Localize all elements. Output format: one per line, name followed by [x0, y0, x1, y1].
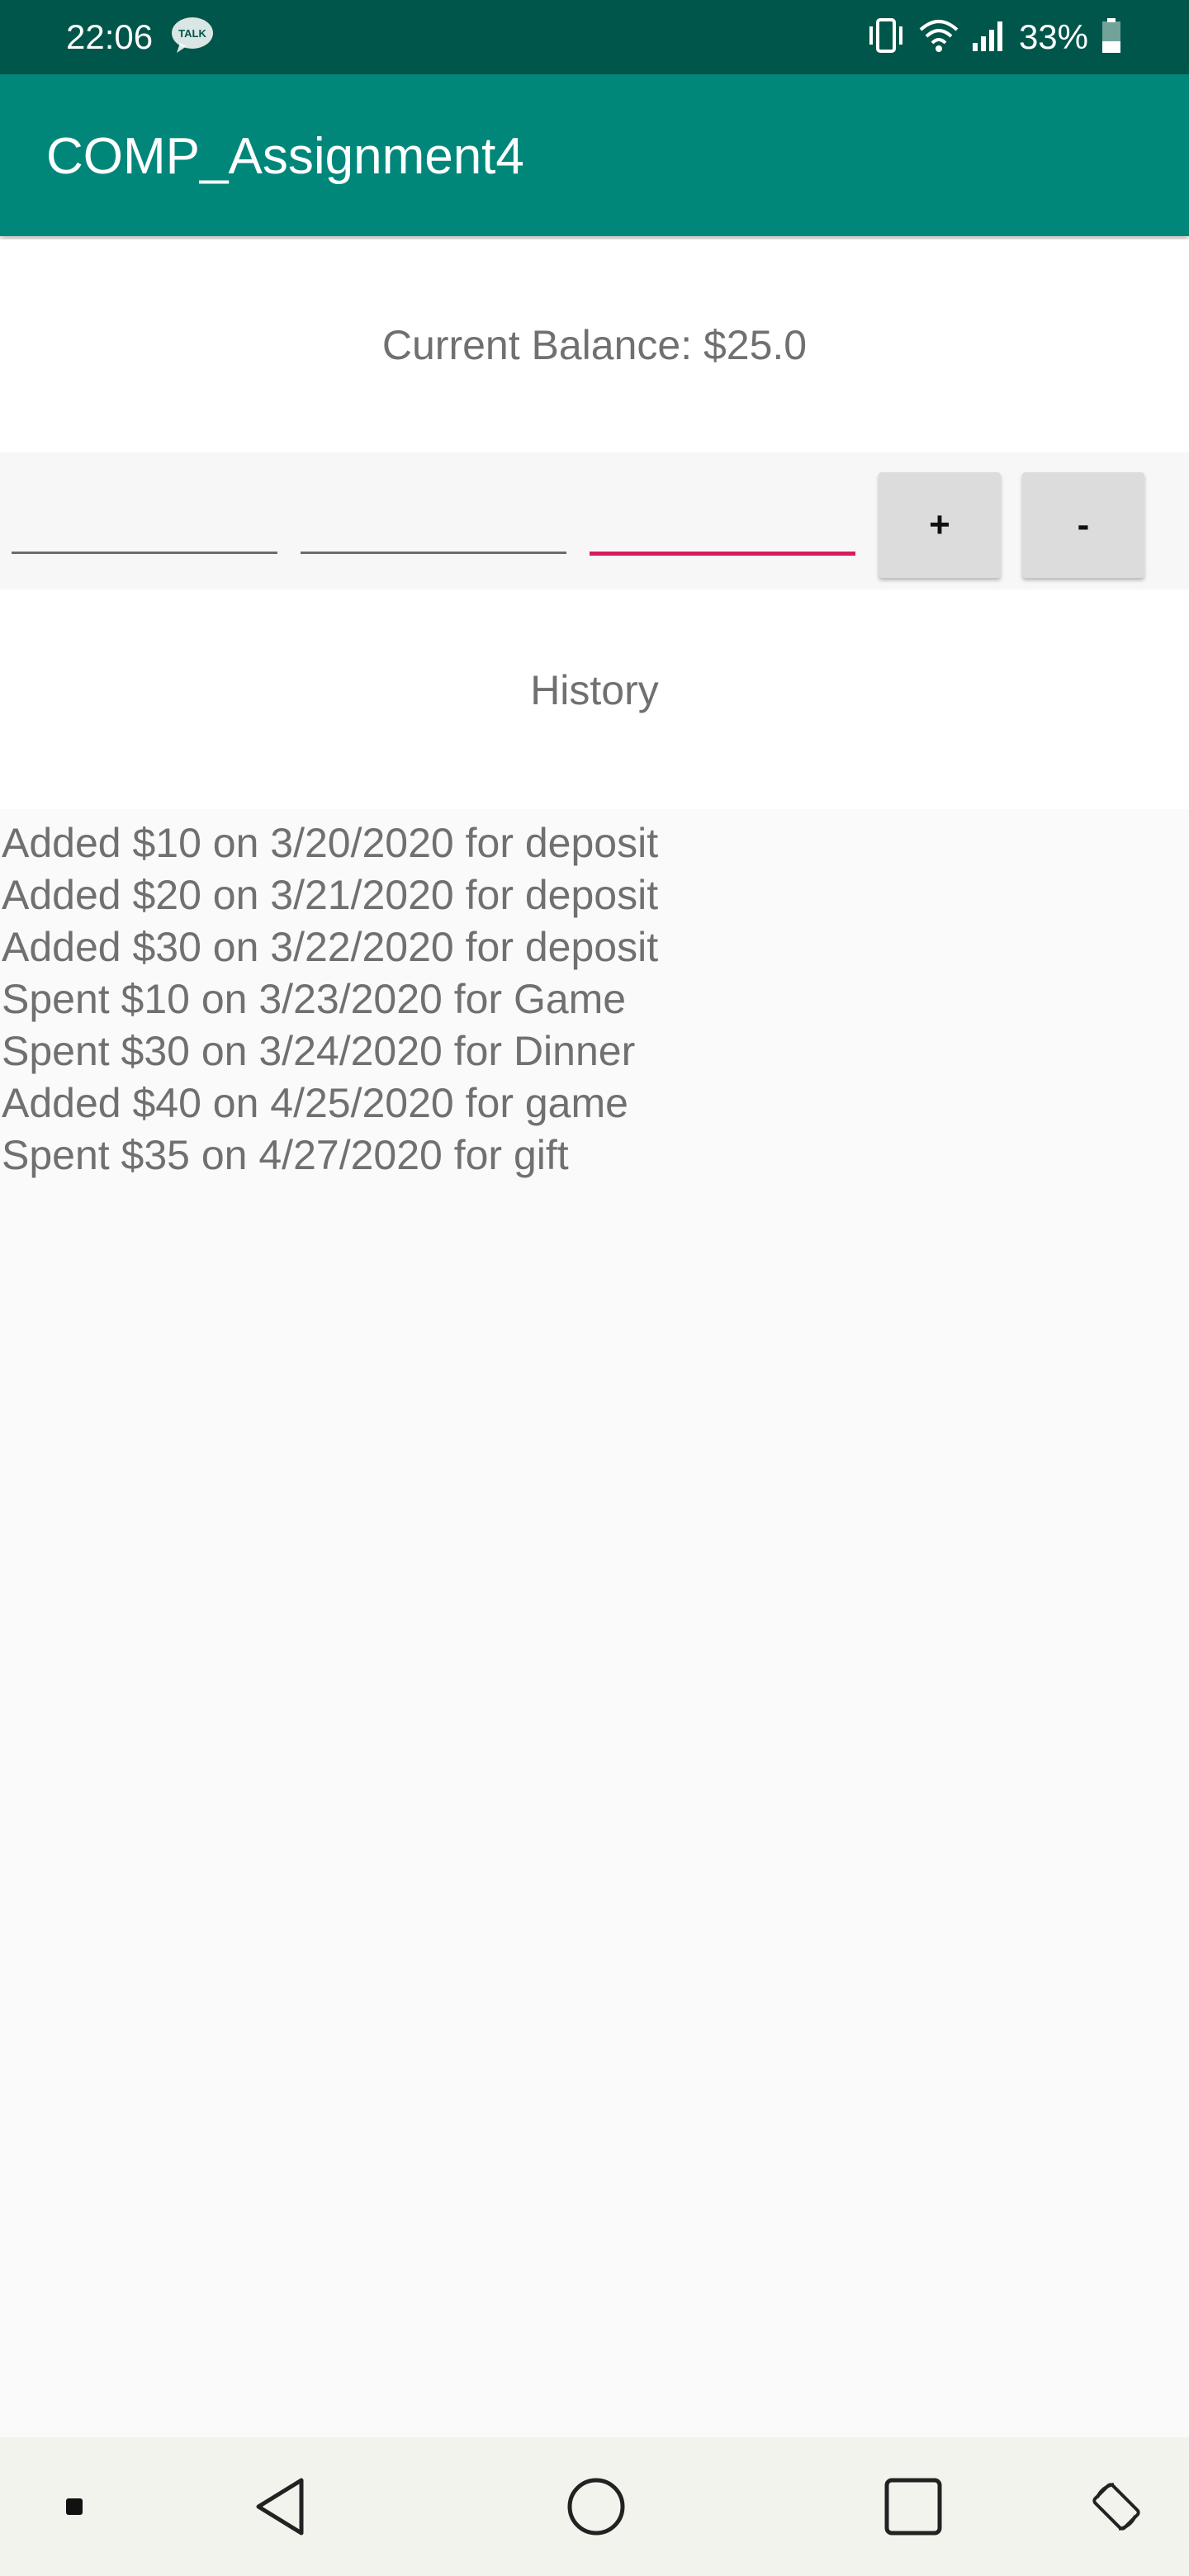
history-item: Added $40 on 4/25/2020 for game [2, 1080, 628, 1126]
history-title: History [530, 667, 659, 713]
vibrate-icon [865, 17, 907, 59]
add-button[interactable]: + [879, 472, 1001, 578]
status-time: 22:06 [66, 17, 154, 56]
recents-icon[interactable] [872, 2437, 955, 2576]
kakaotalk-icon-label: TALK [178, 27, 206, 40]
rotate-icon[interactable] [1075, 2437, 1158, 2576]
battery-icon [1100, 17, 1123, 59]
kakaotalk-icon: TALK [170, 17, 215, 54]
status-bar: 22:06 TALK 33% [0, 0, 1189, 74]
current-balance-text: Current Balance: $25.0 [381, 322, 808, 368]
wifi-icon [918, 17, 959, 59]
battery-percent: 33% [1018, 17, 1088, 56]
app-title: COMP_Assignment4 [46, 128, 524, 185]
balance-section: Current Balance: $25.0 [0, 239, 1189, 452]
history-item: Added $10 on 3/20/2020 for deposit [2, 820, 659, 866]
history-item: Spent $35 on 4/27/2020 for gift [2, 1132, 569, 1178]
history-item: Spent $30 on 3/24/2020 for Dinner [2, 1028, 636, 1074]
notification-dot-icon[interactable] [50, 2437, 99, 2576]
back-icon[interactable] [239, 2437, 322, 2576]
history-header: History [0, 590, 1189, 809]
navigation-bar [0, 2437, 1189, 2576]
transaction-input-row: + - [0, 452, 1189, 590]
status-icons: 33% [865, 15, 1123, 59]
date-field[interactable] [301, 485, 566, 554]
history-item: Added $30 on 3/22/2020 for deposit [2, 924, 659, 970]
history-item: Added $20 on 3/21/2020 for deposit [2, 872, 659, 918]
app-bar: COMP_Assignment4 [0, 74, 1189, 236]
signal-icon [971, 17, 1007, 59]
home-icon[interactable] [555, 2437, 637, 2576]
description-field[interactable] [590, 485, 855, 556]
amount-field[interactable] [12, 485, 277, 554]
history-list[interactable]: Added $10 on 3/20/2020 for deposit Added… [0, 809, 1189, 2446]
subtract-button[interactable]: - [1022, 472, 1144, 578]
history-item: Spent $10 on 3/23/2020 for Game [2, 976, 627, 1022]
